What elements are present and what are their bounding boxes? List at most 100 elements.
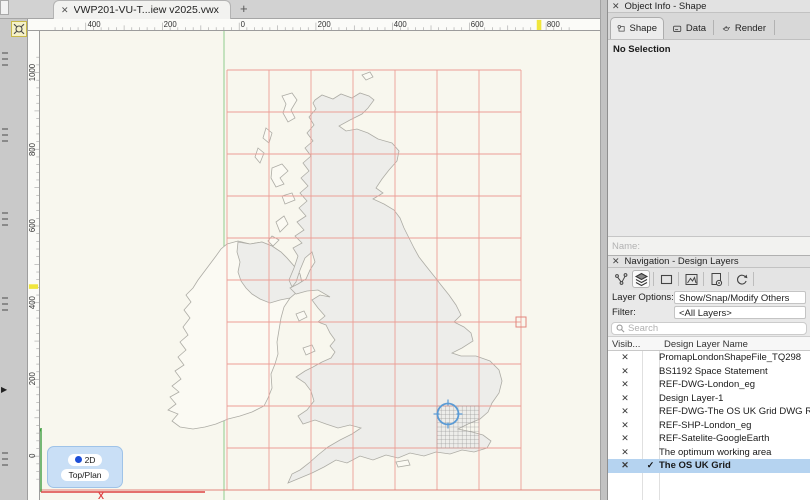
ruler-origin-button[interactable] <box>11 21 27 37</box>
visibility-x-mark[interactable]: ✕ <box>608 366 642 377</box>
palette-mark <box>2 224 8 226</box>
tab-shape-label: Shape <box>630 23 657 34</box>
visibility-x-mark[interactable]: ✕ <box>608 460 642 471</box>
layer-row[interactable]: ✕PromapLondonShapeFile_TQ298 <box>608 351 810 365</box>
visibility-x-mark[interactable]: ✕ <box>608 447 642 458</box>
design-layers-icon[interactable] <box>632 270 650 288</box>
view-name-pill[interactable]: Top/Plan <box>61 469 108 481</box>
ruler-label: 600 <box>471 20 485 29</box>
palette-mark <box>2 297 8 299</box>
document-tab-bar: ✕ VWP201-VU-T...iew v2025.vwx + <box>0 0 600 19</box>
application-window: ✕ VWP201-VU-T...iew v2025.vwx + ▶ 400 200… <box>0 0 810 500</box>
ruler-label: 400 <box>394 20 408 29</box>
tab-shape[interactable]: Shape <box>610 17 664 39</box>
island-outline <box>255 148 264 163</box>
right-panel: ✕ Object Info - Shape Shape Data <box>608 0 810 500</box>
palette-mark <box>2 218 8 220</box>
visibility-x-mark[interactable]: ✕ <box>608 379 642 390</box>
visibility-x-mark[interactable]: ✕ <box>608 433 642 444</box>
name-column-header[interactable]: Design Layer Name <box>664 339 748 350</box>
palette-mark <box>2 464 8 466</box>
tab-render[interactable]: Render <box>716 17 772 39</box>
drawing-canvas[interactable]: YX <box>40 31 600 500</box>
references-icon[interactable] <box>732 270 750 288</box>
palette-mark <box>2 309 8 311</box>
ruler-label: 800 <box>28 142 37 156</box>
layer-name: The optimum working area <box>659 447 810 458</box>
view-mode-pill[interactable]: 2D <box>68 454 103 466</box>
palette-mark <box>2 52 8 54</box>
object-info-title: Object Info - Shape <box>625 1 707 12</box>
island-outline <box>282 93 297 122</box>
view-mode-badge: 2D Top/Plan <box>47 446 123 488</box>
document-tab[interactable]: ✕ VWP201-VU-T...iew v2025.vwx <box>53 0 231 19</box>
visibility-column-header[interactable]: Visib... <box>612 339 640 350</box>
island-outline <box>396 460 410 467</box>
ruler-label: 200 <box>28 372 37 386</box>
navigation-header[interactable]: ✕ Navigation - Design Layers <box>608 255 810 268</box>
object-info-header[interactable]: ✕ Object Info - Shape <box>608 0 810 13</box>
mode-dot-icon <box>75 456 82 463</box>
filter-label: Filter: <box>612 307 636 318</box>
left-ruler: 10008006004002000 <box>28 31 40 500</box>
layer-row[interactable]: ✕ REF-SHP-London_eg <box>608 419 810 433</box>
tab-data[interactable]: Data <box>666 17 712 39</box>
palette-mark <box>2 303 8 305</box>
visibility-x-mark[interactable]: ✕ <box>608 406 642 417</box>
ruler-label: 600 <box>28 218 37 232</box>
filter-dropdown[interactable]: <All Layers> <box>674 306 806 319</box>
palette-mark <box>2 140 8 142</box>
layer-rows: ✕PromapLondonShapeFile_TQ298✕BS1192 Spac… <box>608 351 810 473</box>
classes-icon[interactable] <box>657 270 675 288</box>
selection-tool-arrow-icon: ▶ <box>1 386 7 394</box>
layer-options-row: Layer Options: Show/Snap/Modify Others <box>608 290 810 305</box>
shape-tab-icon <box>617 22 626 35</box>
saved-views-icon[interactable] <box>682 270 700 288</box>
search-box[interactable] <box>611 322 807 335</box>
layer-row[interactable]: ✕Design Layer-1 <box>608 392 810 406</box>
ruler-marker <box>537 20 542 30</box>
layer-row[interactable]: ✕✓The OS UK Grid <box>608 459 810 473</box>
tab-close-icon[interactable]: ✕ <box>61 5 69 16</box>
top-ruler: 4002000200400600800 <box>28 19 600 31</box>
object-info-close-icon[interactable]: ✕ <box>612 1 620 12</box>
ruler-label: 200 <box>318 20 332 29</box>
tab-data-label: Data <box>686 23 706 34</box>
navigation-close-icon[interactable]: ✕ <box>612 256 620 267</box>
new-tab-button[interactable]: + <box>240 1 248 16</box>
palette-edge <box>0 0 9 15</box>
visibility-x-mark[interactable]: ✕ <box>608 393 642 404</box>
tab-separator <box>713 20 714 35</box>
layer-row[interactable]: ✕REF-DWG-The OS UK Grid DWG REF <box>608 405 810 419</box>
data-tab-icon <box>672 22 682 35</box>
layer-row[interactable]: ✕REF-DWG-London_eg <box>608 378 810 392</box>
island-outline <box>263 128 272 143</box>
active-layer-check: ✓ <box>642 460 659 471</box>
table-header: Visib... Design Layer Name <box>608 337 810 351</box>
connections-icon[interactable] <box>612 270 630 288</box>
tab-separator <box>774 20 775 35</box>
search-input[interactable] <box>628 323 788 334</box>
visibility-x-mark[interactable]: ✕ <box>608 420 642 431</box>
viewports-icon[interactable] <box>707 270 725 288</box>
object-info-content: No Selection <box>608 40 810 236</box>
layer-row[interactable]: ✕REF-Satelite-GoogleEarth <box>608 432 810 446</box>
layer-options-dropdown[interactable]: Show/Snap/Modify Others <box>674 291 806 304</box>
origin-crosshair-icon <box>13 23 25 35</box>
island-outline <box>271 164 288 187</box>
island-outline <box>362 72 373 80</box>
toolbar-separator <box>703 272 704 286</box>
document-title: VWP201-VU-T...iew v2025.vwx <box>74 4 219 16</box>
object-name-row: Name: <box>608 236 810 255</box>
visibility-x-mark[interactable]: ✕ <box>608 352 642 363</box>
y-axis-label: Y <box>40 427 42 437</box>
palette-mark <box>2 134 8 136</box>
island-outline <box>303 345 315 355</box>
ruler-label: 400 <box>88 20 102 29</box>
panel-divider[interactable] <box>600 0 608 500</box>
layer-name: REF-SHP-London_eg <box>659 420 810 431</box>
navigation-options: Layer Options: Show/Snap/Modify Others F… <box>608 290 810 320</box>
layer-row[interactable]: ✕ The optimum working area <box>608 446 810 460</box>
layer-row[interactable]: ✕BS1192 Space Statement <box>608 365 810 379</box>
object-name-label: Name: <box>612 241 640 252</box>
